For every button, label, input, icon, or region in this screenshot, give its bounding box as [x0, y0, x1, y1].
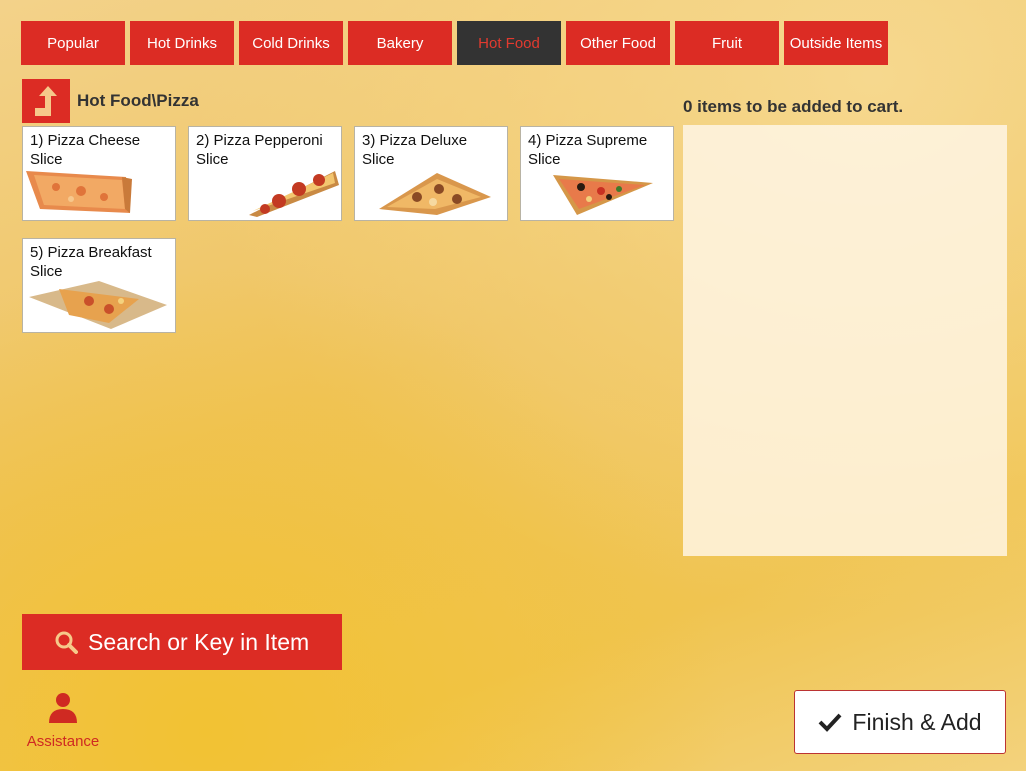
item-label: 4) Pizza Supreme Slice: [528, 132, 648, 168]
category-tabs: Popular Hot Drinks Cold Drinks Bakery Ho…: [21, 21, 893, 65]
tab-hot-drinks[interactable]: Hot Drinks: [130, 21, 234, 65]
item-label: 5) Pizza Breakfast Slice: [30, 244, 152, 280]
search-icon: [54, 630, 78, 654]
tab-label: Cold Drinks: [252, 34, 330, 52]
tab-other-food[interactable]: Other Food: [566, 21, 670, 65]
tab-label: Fruit: [712, 34, 742, 52]
tab-label: Popular: [47, 34, 99, 52]
tab-label: Outside Items: [789, 34, 883, 52]
tab-label: Hot Drinks: [146, 34, 217, 52]
assistance-button[interactable]: Assistance: [22, 692, 104, 750]
item-tile-pizza-pepperoni[interactable]: 2) Pizza Pepperoni Slice: [188, 126, 342, 221]
cart-list[interactable]: [683, 125, 1007, 556]
tab-popular[interactable]: Popular: [21, 21, 125, 65]
cart-title: 0 items to be added to cart.: [683, 97, 904, 116]
tab-fruit[interactable]: Fruit: [675, 21, 779, 65]
breadcrumb: Hot Food\Pizza: [22, 79, 199, 123]
tab-cold-drinks[interactable]: Cold Drinks: [239, 21, 343, 65]
search-button[interactable]: Search or Key in Item: [22, 614, 342, 670]
search-button-label: Search or Key in Item: [88, 628, 310, 655]
tab-outside-items[interactable]: Outside Items: [784, 21, 888, 65]
breadcrumb-path: Hot Food\Pizza: [77, 91, 199, 110]
tab-label: Other Food: [580, 34, 656, 52]
item-label: 2) Pizza Pepperoni Slice: [196, 132, 323, 168]
item-label: 1) Pizza Cheese Slice: [30, 132, 141, 168]
tab-bakery[interactable]: Bakery: [348, 21, 452, 65]
item-tile-pizza-cheese[interactable]: 1) Pizza Cheese Slice: [22, 126, 176, 221]
finish-add-label: Finish & Add: [852, 708, 982, 735]
cheese-pizza-slice-image: [26, 171, 132, 213]
finish-add-button[interactable]: Finish & Add: [794, 690, 1006, 754]
supreme-pizza-slice-image: [553, 175, 653, 215]
pepperoni-pizza-slice-image: [249, 171, 339, 217]
tab-label: Bakery: [376, 34, 424, 52]
checkmark-icon: [818, 712, 842, 732]
tab-label: Hot Food: [478, 34, 540, 52]
item-tile-pizza-supreme[interactable]: 4) Pizza Supreme Slice: [520, 126, 674, 221]
person-icon: [49, 693, 77, 723]
breakfast-pizza-slice-image: [29, 281, 167, 329]
up-arrow-icon: [35, 86, 57, 116]
item-label: 3) Pizza Deluxe Slice: [362, 132, 468, 168]
deluxe-pizza-slice-image: [379, 173, 491, 215]
up-level-button[interactable]: [22, 79, 70, 123]
item-tile-pizza-breakfast[interactable]: 5) Pizza Breakfast Slice: [22, 238, 176, 333]
assistance-label: Assistance: [26, 733, 100, 750]
tab-hot-food[interactable]: Hot Food: [457, 21, 561, 65]
item-tile-pizza-deluxe[interactable]: 3) Pizza Deluxe Slice: [354, 126, 508, 221]
